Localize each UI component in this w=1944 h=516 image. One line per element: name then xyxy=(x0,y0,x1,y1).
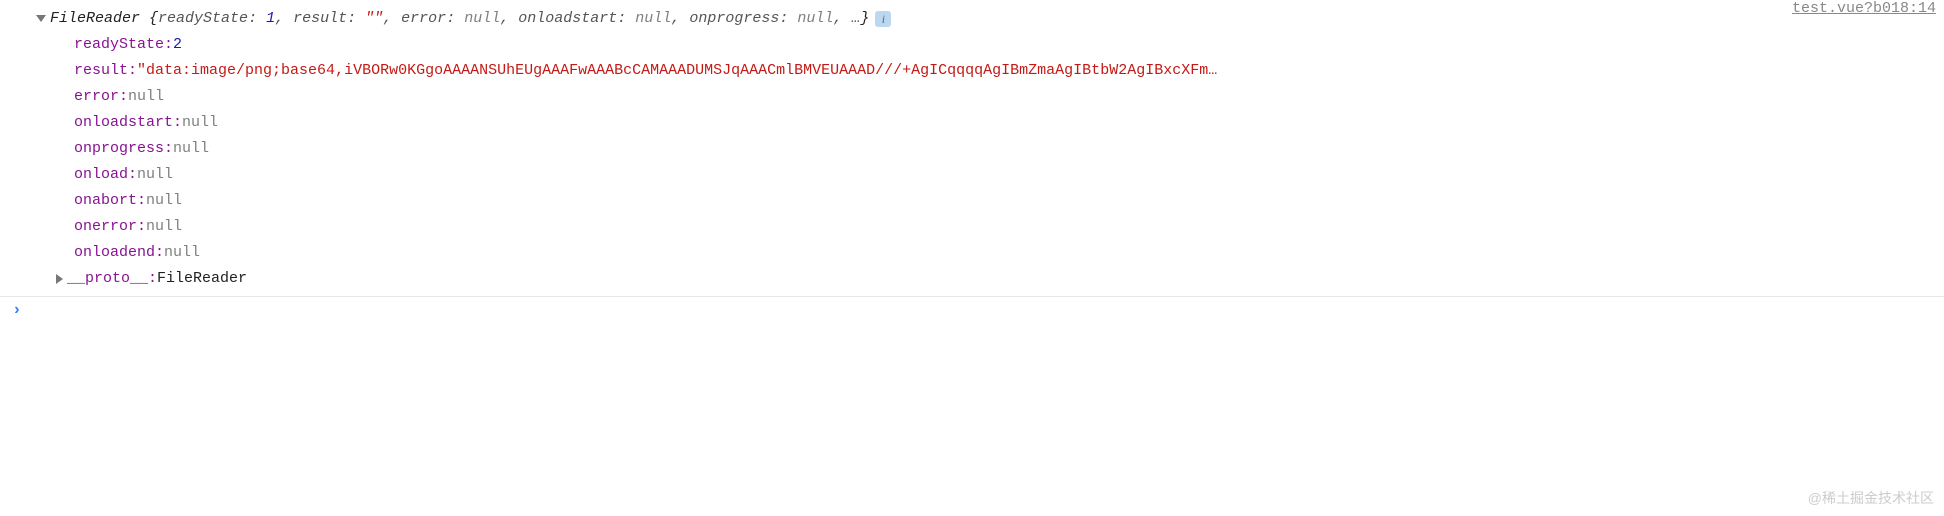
prop-result[interactable]: result: "data:image/png;base64,iVBORw0KG… xyxy=(0,58,1944,84)
prop-onerror[interactable]: onerror: null xyxy=(0,214,1944,240)
brace-open: { xyxy=(149,6,158,32)
prop-onload[interactable]: onload: null xyxy=(0,162,1944,188)
object-class-name: FileReader xyxy=(50,6,140,32)
prop-onloadend[interactable]: onloadend: null xyxy=(0,240,1944,266)
prop-onloadstart[interactable]: onloadstart: null xyxy=(0,110,1944,136)
object-header-row[interactable]: FileReader { readyState: 1, result: "", … xyxy=(0,6,1944,32)
ellipsis: , … xyxy=(833,6,860,32)
prop-onabort[interactable]: onabort: null xyxy=(0,188,1944,214)
info-icon[interactable]: i xyxy=(875,11,891,27)
prop-error[interactable]: error: null xyxy=(0,84,1944,110)
brace-close: } xyxy=(860,6,869,32)
header-preview: readyState: 1, result: "", error: null, … xyxy=(158,6,833,32)
expand-arrow-right-icon[interactable] xyxy=(56,274,63,284)
source-link[interactable]: test.vue?b018:14 xyxy=(1792,0,1936,17)
console-output: test.vue?b018:14 FileReader { readyState… xyxy=(0,0,1944,319)
watermark: @稀土掘金技术社区 xyxy=(1808,488,1934,508)
proto-row[interactable]: __proto__: FileReader xyxy=(0,266,1944,292)
console-prompt-icon[interactable]: › xyxy=(0,297,1944,319)
prop-onprogress[interactable]: onprogress: null xyxy=(0,136,1944,162)
collapse-arrow-down-icon[interactable] xyxy=(36,15,46,22)
prop-readyState[interactable]: readyState: 2 xyxy=(0,32,1944,58)
